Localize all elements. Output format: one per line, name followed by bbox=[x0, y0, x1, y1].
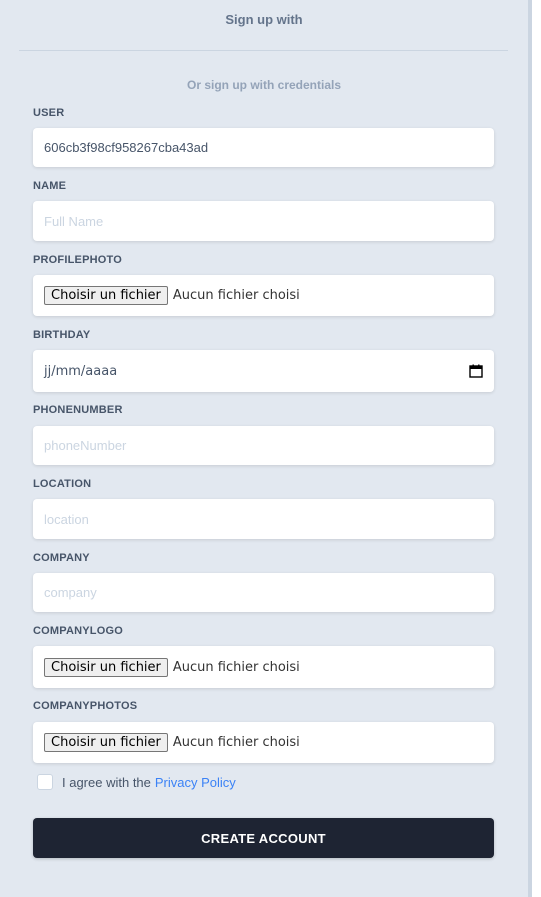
name-input[interactable] bbox=[33, 201, 494, 241]
companylogo-file-status: Aucun fichier choisi bbox=[172, 659, 300, 675]
companylogo-field: Choisir un fichier Aucun fichier choisi bbox=[33, 646, 494, 688]
signup-heading: Sign up with bbox=[225, 12, 303, 27]
create-account-button[interactable]: CREATE ACCOUNT bbox=[33, 818, 494, 858]
privacy-agreement-checkbox[interactable] bbox=[37, 774, 53, 790]
companyphotos-label: COMPANYPHOTOS bbox=[33, 700, 138, 712]
privacy-agreement-row: I agree with the Privacy Policy bbox=[37, 774, 236, 790]
credentials-subtitle: Or sign up with credentials bbox=[186, 78, 342, 92]
location-field-container bbox=[33, 499, 494, 539]
companyphotos-field: Choisir un fichier Aucun fichier choisi bbox=[33, 722, 494, 763]
company-field-container bbox=[33, 573, 494, 612]
divider bbox=[19, 50, 508, 51]
companyphotos-choose-file-button[interactable]: Choisir un fichier bbox=[44, 733, 168, 752]
signup-card: Sign up with Or sign up with credentials… bbox=[0, 0, 528, 897]
calendar-icon[interactable] bbox=[469, 364, 483, 378]
location-label: LOCATION bbox=[33, 478, 92, 490]
name-label: NAME bbox=[33, 180, 67, 192]
agreement-text: I agree with the bbox=[62, 774, 151, 790]
scrollbar-edge bbox=[528, 0, 532, 897]
profilephoto-file-status: Aucun fichier choisi bbox=[172, 288, 300, 303]
company-input[interactable] bbox=[33, 573, 494, 612]
company-label: COMPANY bbox=[33, 552, 90, 564]
location-input[interactable] bbox=[33, 499, 494, 539]
profilephoto-field: Choisir un fichier Aucun fichier choisi bbox=[33, 275, 494, 316]
user-field-container bbox=[33, 128, 494, 167]
privacy-policy-link[interactable]: Privacy Policy bbox=[155, 775, 236, 790]
companyphotos-file-status: Aucun fichier choisi bbox=[172, 735, 300, 750]
profilephoto-label: PROFILEPHOTO bbox=[33, 254, 122, 266]
companylogo-label: COMPANYLOGO bbox=[33, 625, 123, 637]
name-field-container bbox=[33, 201, 494, 241]
birthday-label: BIRTHDAY bbox=[33, 329, 91, 341]
birthday-date-input[interactable]: jj/mm/aaaa bbox=[33, 350, 494, 392]
user-label: USER bbox=[33, 107, 65, 119]
birthday-date-value: jj/mm/aaaa bbox=[44, 363, 118, 379]
profilephoto-choose-file-button[interactable]: Choisir un fichier bbox=[44, 286, 168, 305]
phonenumber-label: PHONENUMBER bbox=[33, 404, 123, 416]
companylogo-choose-file-button[interactable]: Choisir un fichier bbox=[44, 657, 168, 677]
user-input[interactable] bbox=[33, 128, 494, 167]
phonenumber-field-container bbox=[33, 426, 494, 465]
phonenumber-input[interactable] bbox=[33, 426, 494, 465]
